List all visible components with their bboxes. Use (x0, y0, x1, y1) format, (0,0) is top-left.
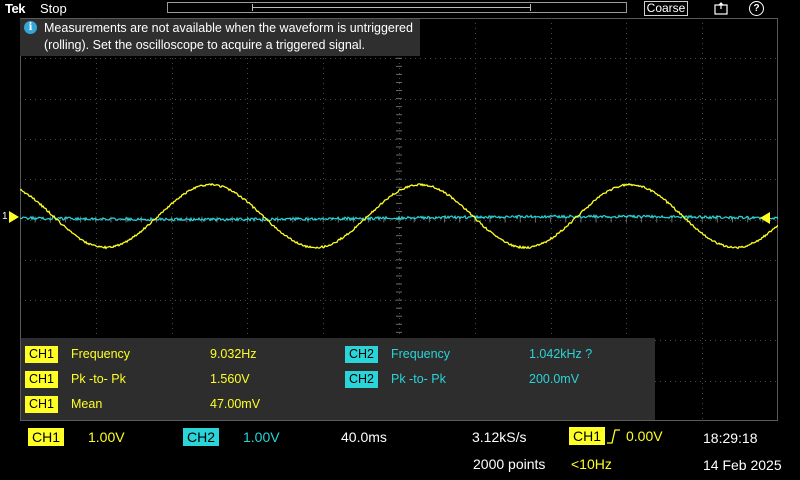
ch2-button[interactable]: CH2 (183, 428, 219, 446)
record-view-bar[interactable] (167, 2, 627, 13)
measurement-name: Pk -to- Pk (71, 369, 126, 389)
info-banner-text: Measurements are not available when the … (44, 21, 413, 52)
channel-badge: CH2 (345, 371, 378, 388)
measurement-row[interactable]: CH1 Frequency 9.032Hz (21, 343, 341, 363)
ch1-level-marker[interactable] (9, 211, 20, 223)
info-banner: i Measurements are not available when th… (20, 19, 420, 56)
measurement-value: 200.0mV (529, 369, 579, 389)
measurement-value: 1.560V (210, 369, 250, 389)
channel-badge: CH2 (345, 346, 378, 363)
record-view-start-marker (252, 4, 253, 11)
measurement-name: Pk -to- Pk (391, 369, 446, 389)
channel-badge: CH1 (25, 396, 58, 413)
rising-edge-icon (605, 428, 621, 444)
measurement-row[interactable]: CH2 Frequency 1.042kHz ? (343, 343, 653, 363)
record-view-end-marker (530, 4, 531, 11)
trigger-filter-readout[interactable]: <10Hz (571, 456, 612, 472)
ch2-scale[interactable]: 1.00V (243, 429, 280, 445)
measurement-name: Frequency (391, 344, 450, 364)
ch1-button[interactable]: CH1 (28, 428, 64, 446)
trigger-source-button[interactable]: CH1 (569, 427, 605, 445)
measurement-name: Mean (71, 394, 102, 414)
trigger-level-readout[interactable]: 0.00V (626, 428, 663, 444)
measurement-row[interactable]: CH2 Pk -to- Pk 200.0mV (343, 368, 653, 388)
trigger-level-marker[interactable] (760, 212, 770, 224)
measurement-value: 1.042kHz ? (529, 344, 592, 364)
measurement-name: Frequency (71, 344, 130, 364)
measurement-value: 47.00mV (210, 394, 260, 414)
channel-badge: CH1 (25, 371, 58, 388)
save-icon[interactable] (714, 2, 728, 15)
record-length-readout[interactable]: 2000 points (473, 456, 545, 472)
measurement-row[interactable]: CH1 Mean 47.00mV (21, 393, 341, 413)
status-bar: CH1 1.00V CH2 1.00V 40.0ms 3.12kS/s 2000… (0, 421, 800, 480)
coarse-button[interactable]: Coarse (644, 1, 688, 16)
clock-time: 18:29:18 (703, 430, 758, 446)
measurement-panel: CH1 Frequency 9.032Hz CH1 Pk -to- Pk 1.5… (21, 338, 655, 420)
sample-rate-readout[interactable]: 3.12kS/s (472, 429, 526, 445)
info-icon: i (24, 21, 37, 34)
measurement-value: 9.032Hz (210, 344, 257, 364)
run-state-indicator[interactable]: Stop (40, 1, 67, 16)
clock-date: 14 Feb 2025 (703, 457, 782, 473)
brand-logo: Tek (5, 1, 25, 16)
ch1-scale[interactable]: 1.00V (88, 429, 125, 445)
measurement-row[interactable]: CH1 Pk -to- Pk 1.560V (21, 368, 341, 388)
channel-badge: CH1 (25, 346, 58, 363)
timebase-readout[interactable]: 40.0ms (341, 429, 387, 445)
record-view-window (252, 7, 531, 8)
help-icon[interactable]: ? (749, 1, 764, 16)
top-bar: Tek Stop Coarse ? (0, 0, 800, 18)
ch1-level-label: 1 (2, 211, 8, 222)
